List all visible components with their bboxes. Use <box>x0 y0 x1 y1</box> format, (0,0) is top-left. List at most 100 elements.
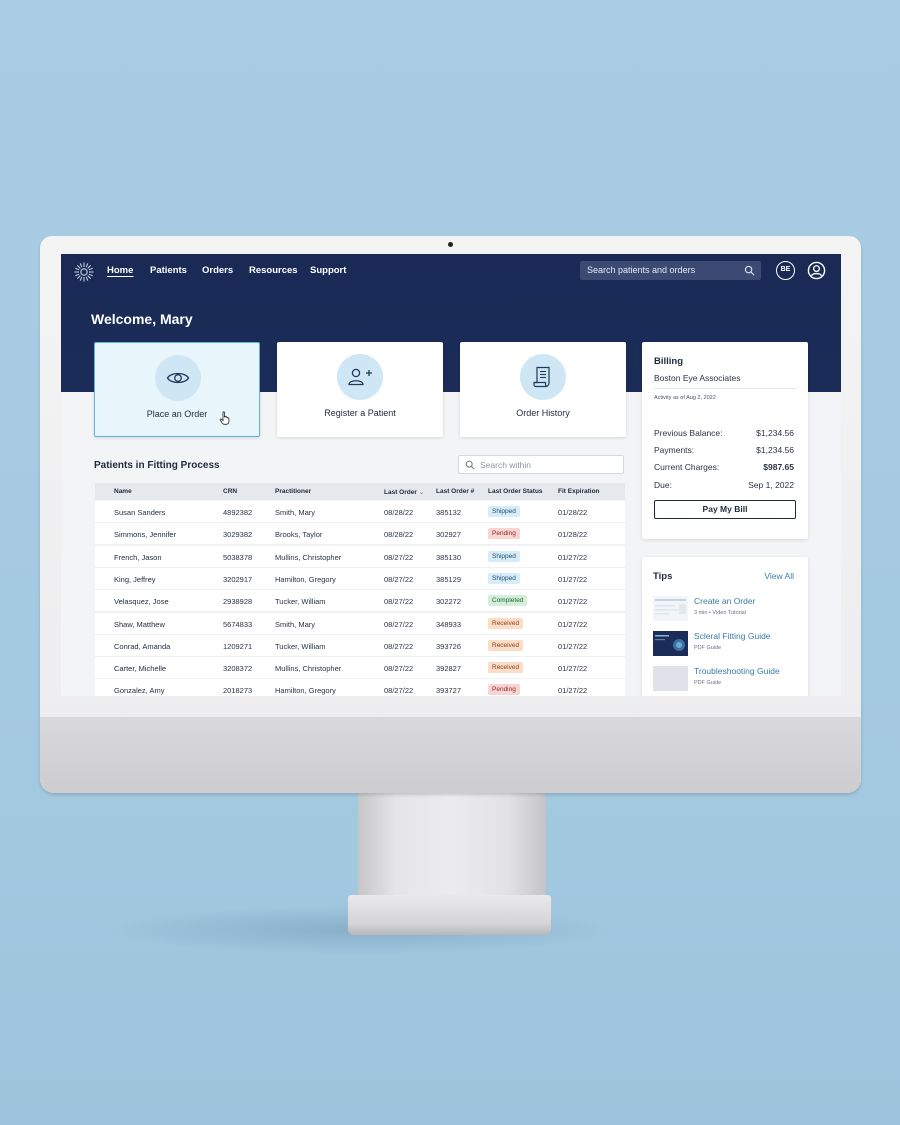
tips-title: Tips <box>653 571 673 582</box>
monitor-stand <box>358 793 546 895</box>
card-icon-circle <box>520 354 566 400</box>
place-order-card[interactable]: Place an Order <box>94 342 260 437</box>
tip-item[interactable]: Troubleshooting Guide PDF Guide <box>653 666 803 694</box>
cell-last-order: 08/27/22 <box>384 574 414 584</box>
global-search-input[interactable]: Search patients and orders <box>580 261 761 280</box>
nav-home[interactable]: Home <box>107 265 133 276</box>
table-row[interactable]: Carter, Michelle 3208372 Mullins, Christop… <box>95 657 625 680</box>
cell-crn: 3208372 <box>223 664 253 674</box>
status-badge: Received <box>488 639 524 651</box>
pay-my-bill-button[interactable]: Pay My Bill <box>654 500 796 519</box>
billing-title: Billing <box>654 356 684 367</box>
search-icon <box>465 460 475 470</box>
tip-meta: PDF Guide <box>694 645 722 651</box>
sort-chevron-down-icon: ⌄ <box>418 489 425 496</box>
user-profile-icon[interactable] <box>807 261 826 280</box>
global-search-placeholder: Search patients and orders <box>587 265 696 275</box>
cell-practitioner: Hamilton, Gregory <box>275 574 336 584</box>
col-last-order-number[interactable]: Last Order # <box>436 488 474 495</box>
screen: Home Patients Orders Resources Support S… <box>61 254 841 696</box>
cell-last-order: 08/27/22 <box>384 597 414 607</box>
billing-card: Billing Boston Eye Associates Activity a… <box>642 342 808 539</box>
tip-item[interactable]: Create an Order 3 min • Video Tutorial <box>653 596 803 624</box>
billing-payments: Payments: $1,234.56 <box>654 445 794 455</box>
view-all-link[interactable]: View All <box>764 571 794 581</box>
card-icon-circle <box>155 355 201 401</box>
table-row[interactable]: Conrad, Amanda 1209271 Tucker, William 08/2… <box>95 634 625 657</box>
table-row[interactable]: Simmons, Jennifer 3029382 Brooks, Taylor 08… <box>95 523 625 546</box>
cell-practitioner: Mullins, Christopher <box>275 552 342 562</box>
cell-order-number: 385130 <box>436 552 462 562</box>
table-row[interactable]: King, Jeffrey 3202917 Hamilton, Gregory 08/… <box>95 567 625 590</box>
cell-last-order: 08/27/22 <box>384 664 414 674</box>
cell-practitioner: Smith, Mary <box>275 619 316 629</box>
status-badge: Shipped <box>488 572 520 584</box>
col-last-order-status[interactable]: Last Order Status <box>488 488 543 495</box>
pdf-thumbnail-icon <box>653 631 688 656</box>
billing-line-value: $987.65 <box>763 462 794 472</box>
cell-fit-expiration: 01/27/22 <box>558 574 588 584</box>
place-order-label: Place an Order <box>146 409 208 419</box>
cell-crn: 3202917 <box>223 574 253 584</box>
monitor-stand-base <box>348 895 551 935</box>
cell-name: Shaw, Matthew <box>114 619 165 629</box>
cell-name: French, Jason <box>114 552 162 562</box>
billing-line-label: Due: <box>654 480 672 490</box>
cell-fit-expiration: 01/28/22 <box>558 508 588 517</box>
col-fit-expiration[interactable]: Fit Expiration <box>558 488 600 495</box>
nav-resources[interactable]: Resources <box>249 265 298 276</box>
col-crn[interactable]: CRN <box>223 488 237 495</box>
sunburst-logo-icon[interactable] <box>74 262 94 282</box>
eye-icon <box>166 372 190 384</box>
cell-fit-expiration: 01/27/22 <box>558 619 588 629</box>
cell-practitioner: Hamilton, Gregory <box>275 686 336 696</box>
col-practitioner[interactable]: Practitioner <box>275 488 311 495</box>
cell-crn: 3029382 <box>223 530 253 540</box>
account-avatar[interactable]: BE <box>776 261 795 280</box>
cell-order-number: 385132 <box>436 508 462 517</box>
table-row[interactable]: Gonzalez, Amy 2018273 Hamilton, Gregory 08/… <box>95 679 625 696</box>
billing-line-value: $1,234.56 <box>756 428 794 438</box>
monitor-chin <box>40 717 861 793</box>
cell-practitioner: Smith, Mary <box>275 508 316 517</box>
tip-meta: PDF Guide <box>694 680 722 686</box>
tip-item[interactable]: Scleral Fitting Guide PDF Guide <box>653 631 803 659</box>
table-row[interactable]: French, Jason 5038378 Mullins, Christopher… <box>95 545 625 568</box>
table-header: Name CRN Practitioner Last Order ⌄ Last … <box>95 483 625 500</box>
cell-name: Carter, Michelle <box>114 664 167 674</box>
billing-divider <box>654 388 796 389</box>
cell-order-number: 348933 <box>436 619 462 629</box>
status-badge: Pending <box>488 684 520 696</box>
register-patient-label: Register a Patient <box>324 408 396 418</box>
cell-practitioner: Tucker, William <box>275 641 326 651</box>
cell-order-number: 302272 <box>436 597 462 607</box>
register-patient-card[interactable]: Register a Patient <box>277 342 443 437</box>
billing-previous-balance: Previous Balance: $1,234.56 <box>654 428 794 438</box>
col-last-order[interactable]: Last Order ⌄ <box>384 488 424 496</box>
billing-as-of: Activity as of Aug 2, 2022 <box>654 395 716 401</box>
nav-patients[interactable]: Patients <box>150 265 187 276</box>
video-thumbnail-icon <box>653 596 688 621</box>
hand-cursor-icon <box>219 411 230 425</box>
table-row[interactable]: Susan Sanders 4892382 Smith, Mary 08/28/22 3… <box>95 501 625 523</box>
col-name[interactable]: Name <box>114 488 132 495</box>
table-row[interactable]: Velasquez, Jose 2938928 Tucker, William 08/… <box>95 590 625 613</box>
table-row[interactable]: Shaw, Matthew 5674833 Smith, Mary 08/27/22 3… <box>95 612 625 635</box>
cell-fit-expiration: 01/27/22 <box>558 641 588 651</box>
billing-line-label: Payments: <box>654 445 695 455</box>
top-nav: Home Patients Orders Resources Support S… <box>61 254 841 288</box>
col-last-order-label: Last Order <box>384 489 417 496</box>
cell-last-order: 08/28/22 <box>384 530 414 540</box>
cell-last-order: 08/27/22 <box>384 619 414 629</box>
nav-orders[interactable]: Orders <box>202 265 233 276</box>
nav-support[interactable]: Support <box>310 265 346 276</box>
status-badge: Pending <box>488 528 520 540</box>
search-within-input[interactable]: Search within <box>458 455 624 474</box>
billing-org: Boston Eye Associates <box>654 373 741 383</box>
tips-card: Tips View All Create an Order 3 min • Vi… <box>642 557 808 696</box>
status-badge: Completed <box>488 595 528 607</box>
order-history-label: Order History <box>516 408 570 418</box>
cell-name: Susan Sanders <box>114 508 166 517</box>
cell-order-number: 393727 <box>436 686 462 696</box>
order-history-card[interactable]: Order History <box>460 342 626 437</box>
